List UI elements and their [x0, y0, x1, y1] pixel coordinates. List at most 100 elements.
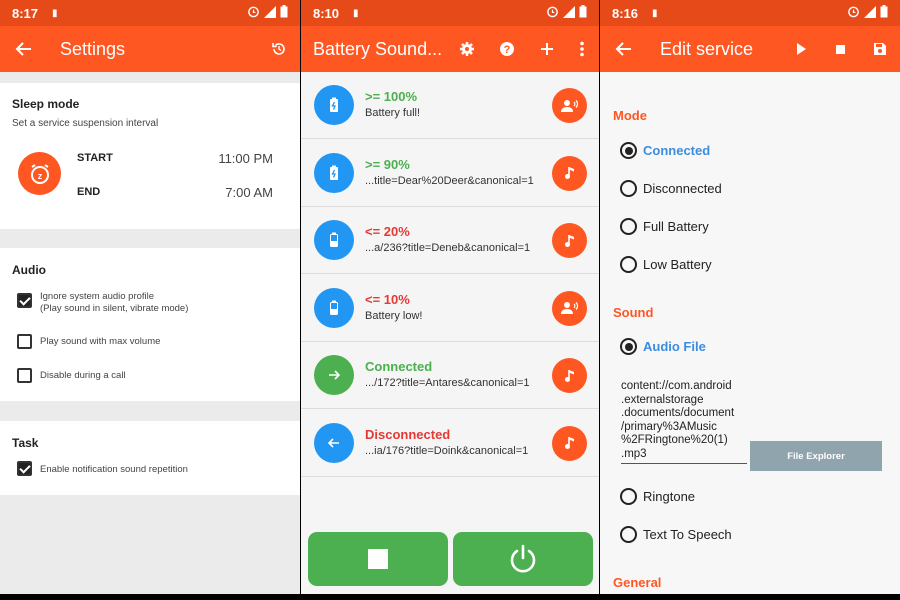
max-volume-checkbox[interactable]	[17, 334, 32, 349]
ignore-profile-label: Ignore system audio profile (Play sound …	[40, 291, 188, 315]
mode-label: Disconnected	[643, 181, 722, 196]
power-icon	[510, 544, 536, 573]
stop-icon[interactable]	[828, 37, 852, 61]
sleep-mode-desc: Set a service suspension interval	[12, 118, 159, 129]
audio-header: Audio	[12, 263, 46, 277]
list-item[interactable]: Disconnected ...ia/176?title=Doink&canoni…	[301, 410, 599, 477]
list-item[interactable]: <= 10% Battery low!	[301, 275, 599, 342]
signal-icon	[264, 5, 276, 18]
help-icon[interactable]: ?	[495, 37, 519, 61]
power-button[interactable]	[453, 532, 593, 586]
music-note-icon[interactable]	[552, 155, 587, 191]
item-subtitle: ...ia/176?title=Doink&canonical=1	[365, 444, 529, 457]
audio-file-radio[interactable]	[620, 338, 637, 355]
status-time: 8:16	[612, 5, 639, 21]
battery-low-icon	[314, 287, 354, 328]
item-title: <= 10%	[365, 291, 410, 307]
item-subtitle: Battery low!	[365, 309, 423, 322]
max-volume-label: Play sound with max volume	[40, 336, 161, 347]
speaker-person-icon[interactable]	[552, 290, 587, 326]
stop-icon	[368, 549, 388, 569]
ringtone-radio[interactable]	[620, 488, 637, 505]
list-item[interactable]: >= 90% ...title=Dear%20Deer&canonical=1	[301, 140, 599, 207]
mode-header: Mode	[613, 108, 647, 123]
mode-radio[interactable]	[620, 180, 637, 197]
notification-icon: ▮	[52, 7, 58, 19]
arrow-left-icon	[314, 422, 354, 463]
start-time[interactable]: 11:00 PM	[218, 151, 273, 166]
battery-sound-list-screen: 8:10 ▮ Battery Sound... ? >= 100% Battery…	[301, 0, 599, 594]
task-card: Task Enable notification sound repetitio…	[0, 421, 300, 495]
page-title: Settings	[60, 39, 126, 59]
play-icon[interactable]	[789, 37, 813, 61]
back-arrow-icon[interactable]	[12, 37, 36, 61]
edit-service-screen: 8:16 ▮ Edit service Mode Connected Discon…	[600, 0, 900, 594]
music-note-icon[interactable]	[552, 223, 587, 258]
back-arrow-icon[interactable]	[612, 37, 636, 61]
more-vert-icon[interactable]	[570, 37, 594, 61]
item-subtitle: Battery full!	[365, 107, 421, 119]
item-subtitle: .../172?title=Antares&canonical=1	[365, 377, 530, 389]
mode-radio[interactable]	[620, 142, 637, 159]
list-item[interactable]: >= 100% Battery full!	[301, 72, 599, 139]
list-appbar: Battery Sound... ?	[301, 26, 599, 72]
audio-card: Audio Ignore system audio profile (Play …	[0, 248, 300, 401]
page-title: Edit service	[660, 39, 754, 59]
file-explorer-button[interactable]: File Explorer	[750, 441, 882, 471]
mode-label: Full Battery	[643, 219, 709, 234]
audio-path-line: .externalstorage	[621, 393, 704, 406]
battery-low-icon	[314, 220, 354, 260]
list-item[interactable]: Connected .../172?title=Antares&canonical…	[301, 342, 599, 409]
audio-path-line: content://com.android	[621, 380, 732, 392]
ignore-profile-line1: Ignore system audio profile	[40, 291, 155, 302]
item-title: Connected	[365, 359, 433, 374]
audio-path-line: .mp3	[621, 447, 647, 460]
alarm-icon	[547, 6, 558, 18]
music-note-icon[interactable]	[552, 425, 587, 461]
status-bar: 8:17 ▮	[0, 0, 300, 26]
stop-button[interactable]	[308, 532, 448, 586]
mode-radio[interactable]	[620, 218, 637, 235]
music-note-icon[interactable]	[552, 358, 587, 393]
item-title: <= 20%	[365, 224, 410, 239]
tts-radio[interactable]	[620, 526, 637, 543]
save-icon[interactable]	[868, 37, 892, 61]
gear-icon[interactable]	[455, 37, 479, 61]
ignore-profile-checkbox[interactable]	[17, 293, 32, 308]
battery-full-icon	[314, 85, 354, 125]
item-title: Disconnected	[365, 426, 451, 442]
disable-call-checkbox[interactable]	[17, 368, 32, 383]
signal-icon	[563, 5, 575, 18]
battery-high-icon	[314, 152, 354, 193]
add-icon[interactable]	[535, 37, 559, 61]
repeat-sound-checkbox[interactable]	[17, 461, 32, 476]
list-item[interactable]: <= 20% ...a/236?title=Deneb&canonical=1	[301, 207, 599, 274]
audio-path-text[interactable]: content://com.android .externalstorage .…	[621, 380, 747, 461]
start-label: START	[77, 152, 113, 164]
status-time: 8:10	[313, 5, 340, 21]
audio-file-label: Audio File	[643, 339, 706, 354]
page-title: Battery Sound...	[313, 39, 443, 59]
signal-icon	[864, 5, 876, 18]
disable-call-label: Disable during a call	[40, 370, 126, 381]
edit-appbar: Edit service	[600, 26, 900, 72]
item-title: >= 90%	[365, 156, 410, 172]
speaker-person-icon[interactable]	[552, 88, 587, 123]
general-header: General	[613, 575, 662, 590]
tts-label: Text To Speech	[643, 527, 732, 542]
sleep-mode-card: Sleep mode Set a service suspension inte…	[0, 83, 300, 229]
sleep-mode-header: Sleep mode	[12, 97, 80, 111]
status-icons	[247, 5, 288, 18]
end-time[interactable]: 7:00 AM	[225, 185, 273, 200]
notification-icon: ▮	[652, 7, 658, 19]
sleep-alarm-icon[interactable]: z	[18, 152, 61, 195]
mode-radio[interactable]	[620, 256, 637, 273]
item-subtitle: ...a/236?title=Deneb&canonical=1	[365, 242, 531, 254]
item-subtitle: ...title=Dear%20Deer&canonical=1	[365, 174, 534, 187]
end-label: END	[77, 186, 101, 198]
status-icons	[847, 5, 888, 18]
item-title: >= 100%	[365, 89, 418, 104]
restore-history-icon[interactable]	[267, 37, 291, 61]
battery-icon	[579, 5, 587, 18]
sound-header: Sound	[613, 305, 654, 320]
